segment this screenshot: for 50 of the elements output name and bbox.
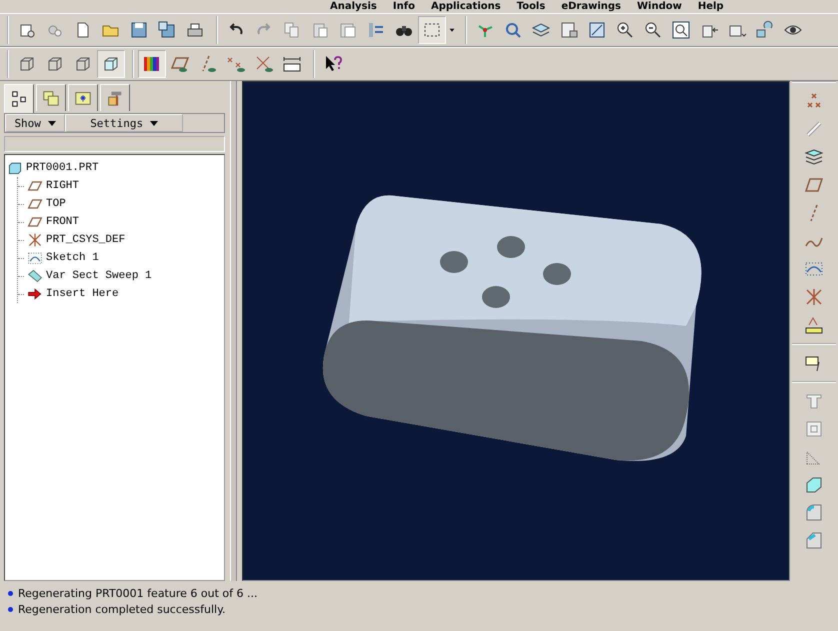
csys-display-icon[interactable] [254, 54, 274, 74]
navigator-tab[interactable] [4, 84, 34, 113]
insert-arrow-icon [27, 286, 43, 302]
coordinate-system-icon [27, 232, 43, 248]
model-tree-icon [10, 90, 28, 108]
menu-item[interactable]: Applications [430, 1, 501, 12]
bullet-icon [8, 591, 13, 596]
chamfer-icon[interactable] [804, 531, 824, 551]
folders-icon [42, 89, 60, 107]
dropdown-caret-icon [150, 120, 158, 126]
tree-item[interactable]: TOP [46, 198, 66, 210]
show-button[interactable]: Show [5, 114, 65, 132]
coordinate-system-icon[interactable] [804, 287, 824, 307]
panel-sash[interactable] [230, 81, 237, 581]
view-manager-icon[interactable] [559, 20, 579, 40]
save-icon[interactable] [129, 20, 149, 40]
context-help-icon[interactable] [323, 54, 343, 74]
draft-icon[interactable] [804, 475, 824, 495]
zoom-in-icon[interactable] [615, 20, 635, 40]
menu-item[interactable]: Analysis [330, 1, 377, 12]
sweep-icon [27, 268, 43, 284]
color-spectrum-icon[interactable] [142, 54, 162, 74]
tree-item[interactable]: Insert Here [46, 288, 119, 300]
analysis-ruler-icon[interactable] [804, 315, 824, 335]
menu-item[interactable]: Window [637, 1, 682, 12]
appearance-icon[interactable] [755, 20, 775, 40]
status-message: Regeneration completed successfully. [18, 603, 226, 616]
menu-item[interactable]: Tools [516, 1, 546, 12]
bullet-icon [8, 607, 13, 612]
settings-button[interactable]: Settings [65, 114, 183, 132]
hammer-icon [106, 89, 124, 107]
round-icon[interactable] [804, 503, 824, 523]
part-icon [7, 160, 23, 176]
menu-item[interactable]: eDrawings [561, 1, 621, 12]
tree-item[interactable]: Var Sect Sweep 1 [46, 270, 152, 282]
dropdown-caret-icon [48, 120, 56, 126]
stacked-layers-icon[interactable] [804, 147, 824, 167]
tree-item[interactable]: RIGHT [46, 180, 80, 192]
sketch-icon [27, 250, 43, 266]
menu-item[interactable]: Info [392, 1, 415, 12]
tree-item[interactable]: FRONT [46, 216, 80, 228]
zoom-out-icon[interactable] [643, 20, 663, 40]
status-message: Regenerating PRT0001 feature 6 out of 6 ... [18, 587, 258, 600]
tree-item[interactable]: PRT_CSYS_DEF [46, 234, 126, 246]
save-copy-icon[interactable] [157, 20, 177, 40]
tree-item[interactable]: PRT0001.PRT [26, 162, 99, 174]
zoom-fit-icon[interactable] [671, 20, 691, 40]
menu-item[interactable]: Help [698, 1, 724, 12]
measure-icon[interactable] [282, 54, 302, 74]
tree-item[interactable]: Sketch 1 [46, 252, 99, 264]
